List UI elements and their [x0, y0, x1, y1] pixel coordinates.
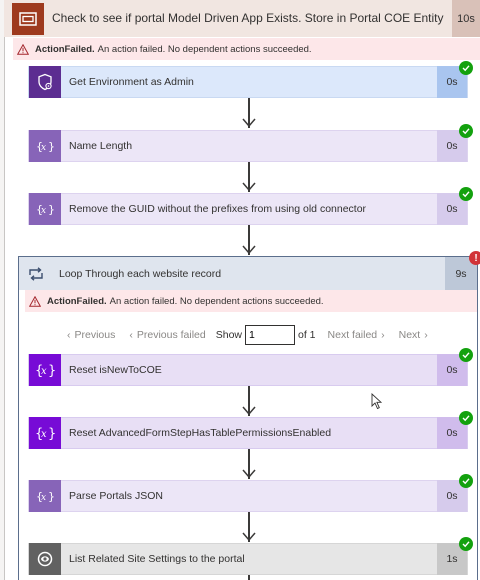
- next-failed-button[interactable]: Next failed ›: [328, 329, 389, 341]
- warning-icon: [29, 295, 41, 307]
- success-check-icon: [459, 537, 473, 551]
- svg-text:}: }: [48, 490, 54, 503]
- action-reset-isnewtocoe[interactable]: {x} Reset isNewToCOE 0s: [28, 354, 468, 386]
- success-check-icon: [459, 474, 473, 488]
- success-check-icon: [459, 61, 473, 75]
- loop-error-banner: ActionFailed. An action failed. No depen…: [25, 290, 477, 312]
- flow-arrow: [242, 386, 256, 418]
- loop-error-message: An action failed. No dependent actions s…: [109, 295, 324, 307]
- action-reset-advancedformstep[interactable]: {x} Reset AdvancedFormStepHasTablePermis…: [28, 417, 468, 449]
- svg-text:x: x: [41, 206, 46, 216]
- flow-run-canvas: Check to see if portal Model Driven App …: [0, 0, 480, 580]
- action-get-environment-as-admin[interactable]: Get Environment as Admin 0s: [28, 66, 468, 98]
- flow-arrow: [242, 162, 256, 194]
- previous-failed-button[interactable]: ‹ Previous failed: [125, 329, 205, 341]
- shield-gear-icon: [29, 66, 61, 98]
- action-list-related-site-settings[interactable]: List Related Site Settings to the portal…: [28, 543, 468, 575]
- success-check-icon: [459, 187, 473, 201]
- loop-header[interactable]: Loop Through each website record 9s: [19, 257, 477, 290]
- action-label: Get Environment as Admin: [69, 76, 194, 88]
- bottom-connector-line: [248, 575, 250, 580]
- outer-scope-duration: 10s: [452, 0, 480, 37]
- action-remove-guid[interactable]: {x} Remove the GUID without the prefixes…: [28, 193, 468, 225]
- failed-status-icon: !: [469, 251, 480, 265]
- success-check-icon: [459, 348, 473, 362]
- iteration-page-input[interactable]: [245, 325, 295, 345]
- success-check-icon: [459, 124, 473, 138]
- chevron-right-icon: ›: [424, 329, 428, 341]
- success-check-icon: [459, 411, 473, 425]
- svg-text:}: }: [48, 427, 55, 442]
- action-name-length[interactable]: {x} Name Length 0s: [28, 130, 468, 162]
- action-label: Reset AdvancedFormStepHasTablePermission…: [69, 427, 332, 439]
- mouse-cursor-icon: [371, 392, 383, 415]
- previous-button[interactable]: ‹ Previous: [63, 329, 115, 341]
- show-label: Show: [215, 329, 242, 341]
- outer-error-label: ActionFailed.: [35, 43, 95, 55]
- flow-arrow: [242, 512, 256, 544]
- svg-text:}: }: [48, 140, 54, 153]
- page-total-label: of 1: [298, 329, 316, 341]
- variable-icon: {x}: [29, 417, 61, 449]
- outer-scope-title: Check to see if portal Model Driven App …: [52, 11, 444, 25]
- loop-icon: [19, 257, 52, 290]
- svg-text:x: x: [41, 366, 47, 377]
- chevron-right-icon: ›: [381, 329, 385, 341]
- action-parse-portals-json[interactable]: {x} Parse Portals JSON 0s: [28, 480, 468, 512]
- svg-text:}: }: [48, 364, 55, 379]
- outer-error-banner: ActionFailed. An action failed. No depen…: [13, 38, 480, 60]
- warning-icon: [17, 43, 29, 55]
- dataverse-icon: [29, 543, 61, 575]
- expression-icon: {x}: [29, 480, 61, 512]
- flow-arrow: [242, 449, 256, 481]
- iteration-pager: ‹Previous ‹Previous failed Show of 1 Nex…: [63, 325, 442, 345]
- chevron-left-icon: ‹: [67, 329, 71, 341]
- svg-text:x: x: [41, 429, 47, 440]
- expression-icon: {x}: [29, 130, 61, 162]
- action-label: Parse Portals JSON: [69, 490, 163, 502]
- svg-text:x: x: [41, 143, 46, 153]
- variable-icon: {x}: [29, 354, 61, 386]
- action-label: Reset isNewToCOE: [69, 364, 162, 376]
- outer-error-message: An action failed. No dependent actions s…: [97, 43, 312, 55]
- action-label: Name Length: [69, 140, 133, 152]
- action-label: Remove the GUID without the prefixes fro…: [69, 203, 367, 215]
- chevron-left-icon: ‹: [129, 329, 133, 341]
- svg-text:x: x: [41, 493, 46, 503]
- next-button[interactable]: Next ›: [399, 329, 432, 341]
- flow-arrow: [242, 98, 256, 130]
- svg-text:}: }: [48, 203, 54, 216]
- loop-title: Loop Through each website record: [59, 267, 222, 280]
- loop-error-label: ActionFailed.: [47, 295, 107, 307]
- flow-arrow: [242, 225, 256, 257]
- action-label: List Related Site Settings to the portal: [69, 553, 245, 565]
- scope-icon: [12, 3, 44, 35]
- expression-icon: {x}: [29, 193, 61, 225]
- outer-scope-header[interactable]: Check to see if portal Model Driven App …: [4, 0, 480, 37]
